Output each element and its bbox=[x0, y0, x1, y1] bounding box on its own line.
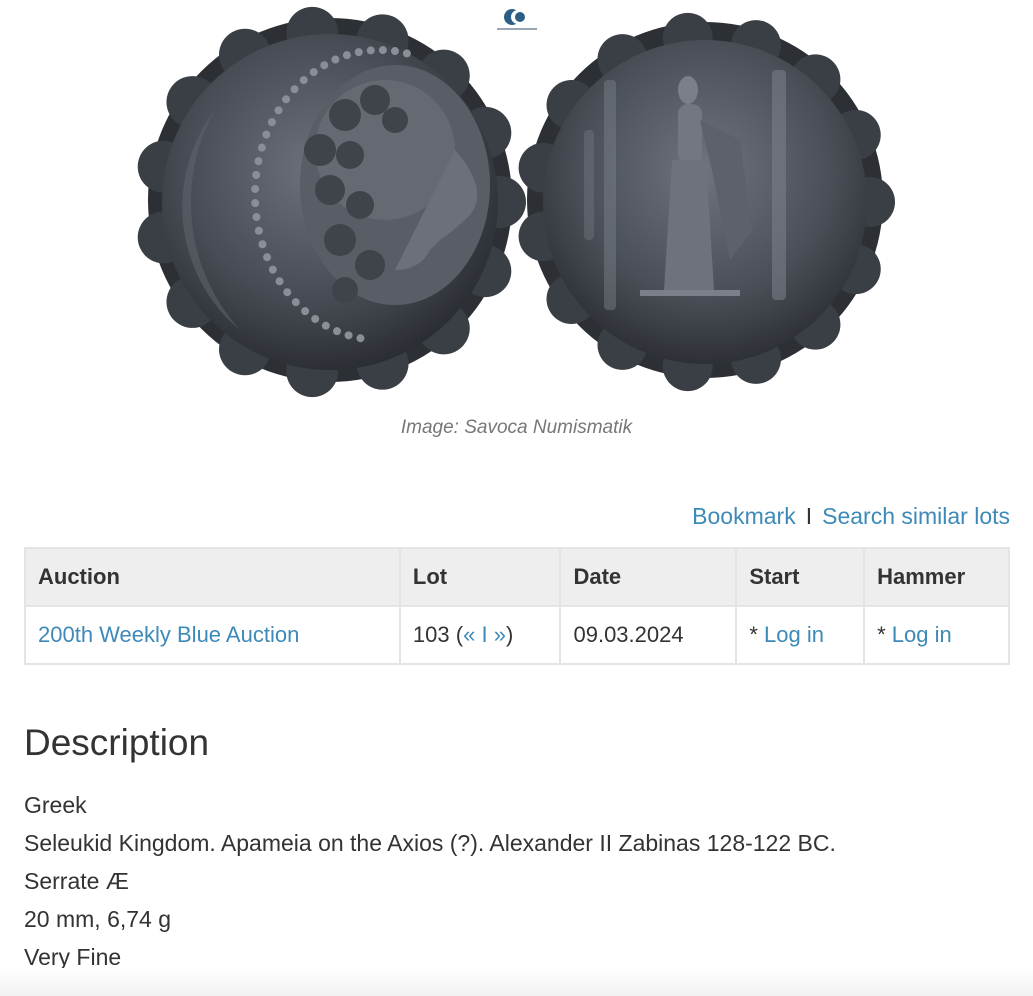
coin-image[interactable] bbox=[0, 0, 1033, 400]
lot-cell: 103 (« I ») bbox=[398, 605, 562, 665]
lot-actions: Bookmark I Search similar lots bbox=[692, 503, 1010, 530]
auction-link[interactable]: 200th Weekly Blue Auction bbox=[38, 622, 299, 647]
image-credit: Image: Savoca Numismatik bbox=[400, 417, 633, 438]
description-line: Greek bbox=[24, 792, 87, 818]
auction-cell: 200th Weekly Blue Auction bbox=[24, 605, 401, 665]
lot-page: Image: Savoca Numismatik Bookmark I Search… bbox=[0, 0, 1033, 996]
coin-reverse bbox=[518, 12, 895, 392]
lot-nav-close: ) bbox=[505, 622, 514, 647]
hammer-asterisk: * bbox=[877, 622, 886, 647]
lot-number: 103 bbox=[412, 622, 450, 647]
description-body: Greek Seleukid Kingdom. Apameia on the A… bbox=[24, 786, 836, 976]
page-bottom-fade bbox=[0, 968, 1033, 996]
start-asterisk: * bbox=[749, 622, 758, 647]
col-header-hammer: Hammer bbox=[863, 547, 1010, 607]
start-cell: * Log in bbox=[735, 605, 866, 665]
description-heading: Description bbox=[24, 722, 210, 763]
col-header-date: Date bbox=[559, 547, 738, 607]
lot-nav-separator: I bbox=[481, 622, 488, 647]
col-header-start: Start bbox=[735, 547, 866, 607]
hammer-login-link[interactable]: Log in bbox=[892, 622, 952, 647]
description-line: Serrate Æ bbox=[24, 868, 129, 894]
coin-obverse bbox=[137, 6, 526, 398]
lot-table: Auction Lot Date Start Hammer 200th Week… bbox=[24, 547, 1010, 665]
lot-nav-open: ( bbox=[455, 622, 464, 647]
lot-table-header: Auction Lot Date Start Hammer bbox=[24, 547, 1010, 607]
col-header-auction: Auction bbox=[24, 547, 401, 607]
actions-separator: I bbox=[805, 503, 813, 529]
previous-lot-link[interactable]: « bbox=[463, 622, 475, 647]
next-lot-link[interactable]: » bbox=[494, 622, 506, 647]
savoca-logo-icon bbox=[497, 9, 537, 30]
description-line: Seleukid Kingdom. Apameia on the Axios (… bbox=[24, 830, 836, 856]
hammer-cell: * Log in bbox=[863, 605, 1010, 665]
bookmark-link[interactable]: Bookmark bbox=[692, 503, 796, 529]
description-line: 20 mm, 6,74 g bbox=[24, 906, 172, 932]
col-header-lot: Lot bbox=[398, 547, 562, 607]
coin-image-area bbox=[0, 0, 1033, 400]
table-row: 200th Weekly Blue Auction 103 (« I ») 09… bbox=[24, 605, 1010, 665]
date-cell: 09.03.2024 bbox=[559, 605, 738, 665]
search-similar-lots-link[interactable]: Search similar lots bbox=[822, 503, 1010, 529]
start-login-link[interactable]: Log in bbox=[764, 622, 824, 647]
